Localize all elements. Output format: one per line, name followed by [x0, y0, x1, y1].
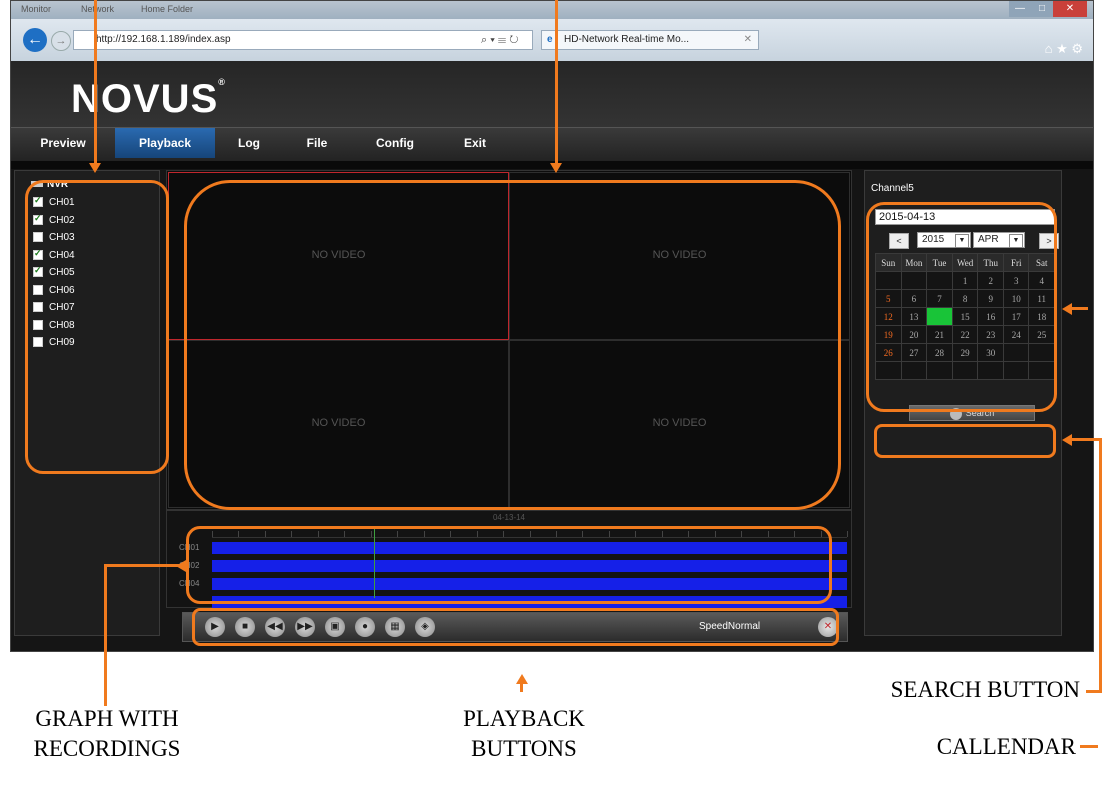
annotation-search: SEARCH BUTTON	[890, 677, 1080, 702]
title-tab-2[interactable]: Network	[81, 4, 114, 16]
callout-line	[555, 0, 558, 165]
controls-highlight	[192, 608, 839, 646]
channel-label: Channel5	[871, 183, 914, 194]
back-icon[interactable]: ←	[23, 28, 47, 52]
callout-line	[1099, 438, 1102, 693]
annotation-line: BUTTONS	[471, 736, 577, 761]
video-grid-highlight	[184, 180, 841, 510]
nav-log[interactable]: Log	[215, 128, 283, 158]
nav-config[interactable]: Config	[357, 128, 433, 158]
nav-file[interactable]: File	[283, 128, 351, 158]
timeline-highlight	[186, 526, 832, 604]
callout-line	[1080, 745, 1098, 748]
app-header: NOVUS®	[11, 61, 1093, 127]
tab-close-icon[interactable]: ✕	[744, 31, 752, 49]
timeline-date: 04-13-14	[492, 513, 526, 522]
tab-title: HD-Network Real-time Mo...	[564, 34, 690, 45]
url-input[interactable]: http://192.168.1.189/index.asp	[73, 30, 533, 50]
search-highlight	[874, 424, 1056, 458]
callout-line	[104, 564, 107, 706]
title-tab-3[interactable]: Home Folder	[141, 4, 193, 16]
nav-exit[interactable]: Exit	[441, 128, 509, 158]
arrow-down-icon	[89, 163, 101, 173]
address-bar: ← → http://192.168.1.189/index.asp ⌕ ▾ ☰…	[11, 19, 1093, 61]
window-controls: — □ ✕	[1009, 1, 1087, 19]
url-actions[interactable]: ⌕ ▾ ☰ ↻	[481, 30, 518, 50]
forward-icon[interactable]: →	[51, 31, 71, 51]
close-icon[interactable]: ✕	[1053, 1, 1087, 17]
minimize-icon[interactable]: —	[1009, 1, 1031, 17]
star-icon[interactable]: ★	[1056, 41, 1068, 56]
browser-titlebar: Monitor Network Home Folder — □ ✕	[11, 1, 1093, 19]
timeline-tick	[847, 531, 848, 537]
maximize-icon[interactable]: □	[1031, 1, 1053, 17]
callout-line	[1070, 307, 1088, 310]
annotation-graph: GRAPH WITH RECORDINGS	[0, 704, 214, 764]
browser-tab[interactable]: e HD-Network Real-time Mo... ✕	[541, 30, 759, 50]
nav-preview[interactable]: Preview	[29, 128, 97, 158]
annotation-calendar: CALLENDAR	[936, 734, 1076, 759]
browser-tools: ⌂ ★ ⚙	[1045, 41, 1083, 57]
annotation-line: RECORDINGS	[33, 736, 181, 761]
annotation-line: PLAYBACK	[463, 706, 585, 731]
callout-line	[94, 0, 97, 165]
home-icon[interactable]: ⌂	[1045, 41, 1053, 56]
callout-line	[1086, 690, 1102, 693]
calendar-highlight	[866, 202, 1057, 412]
main-nav: Preview Playback Log File Config Exit	[11, 127, 1093, 162]
nav-playback[interactable]: Playback	[115, 128, 215, 158]
gear-icon[interactable]: ⚙	[1071, 41, 1083, 56]
url-text: http://192.168.1.189/index.asp	[96, 34, 231, 45]
ie-icon: e	[547, 34, 553, 45]
callout-line	[520, 682, 523, 692]
callout-line	[104, 564, 180, 567]
callout-line	[1070, 438, 1102, 441]
channel-list-highlight	[25, 180, 169, 474]
annotation-line: GRAPH WITH	[35, 706, 179, 731]
title-tab-1[interactable]: Monitor	[21, 4, 51, 16]
arrow-down-icon	[550, 163, 562, 173]
annotation-playback: PLAYBACK BUTTONS	[424, 704, 624, 764]
